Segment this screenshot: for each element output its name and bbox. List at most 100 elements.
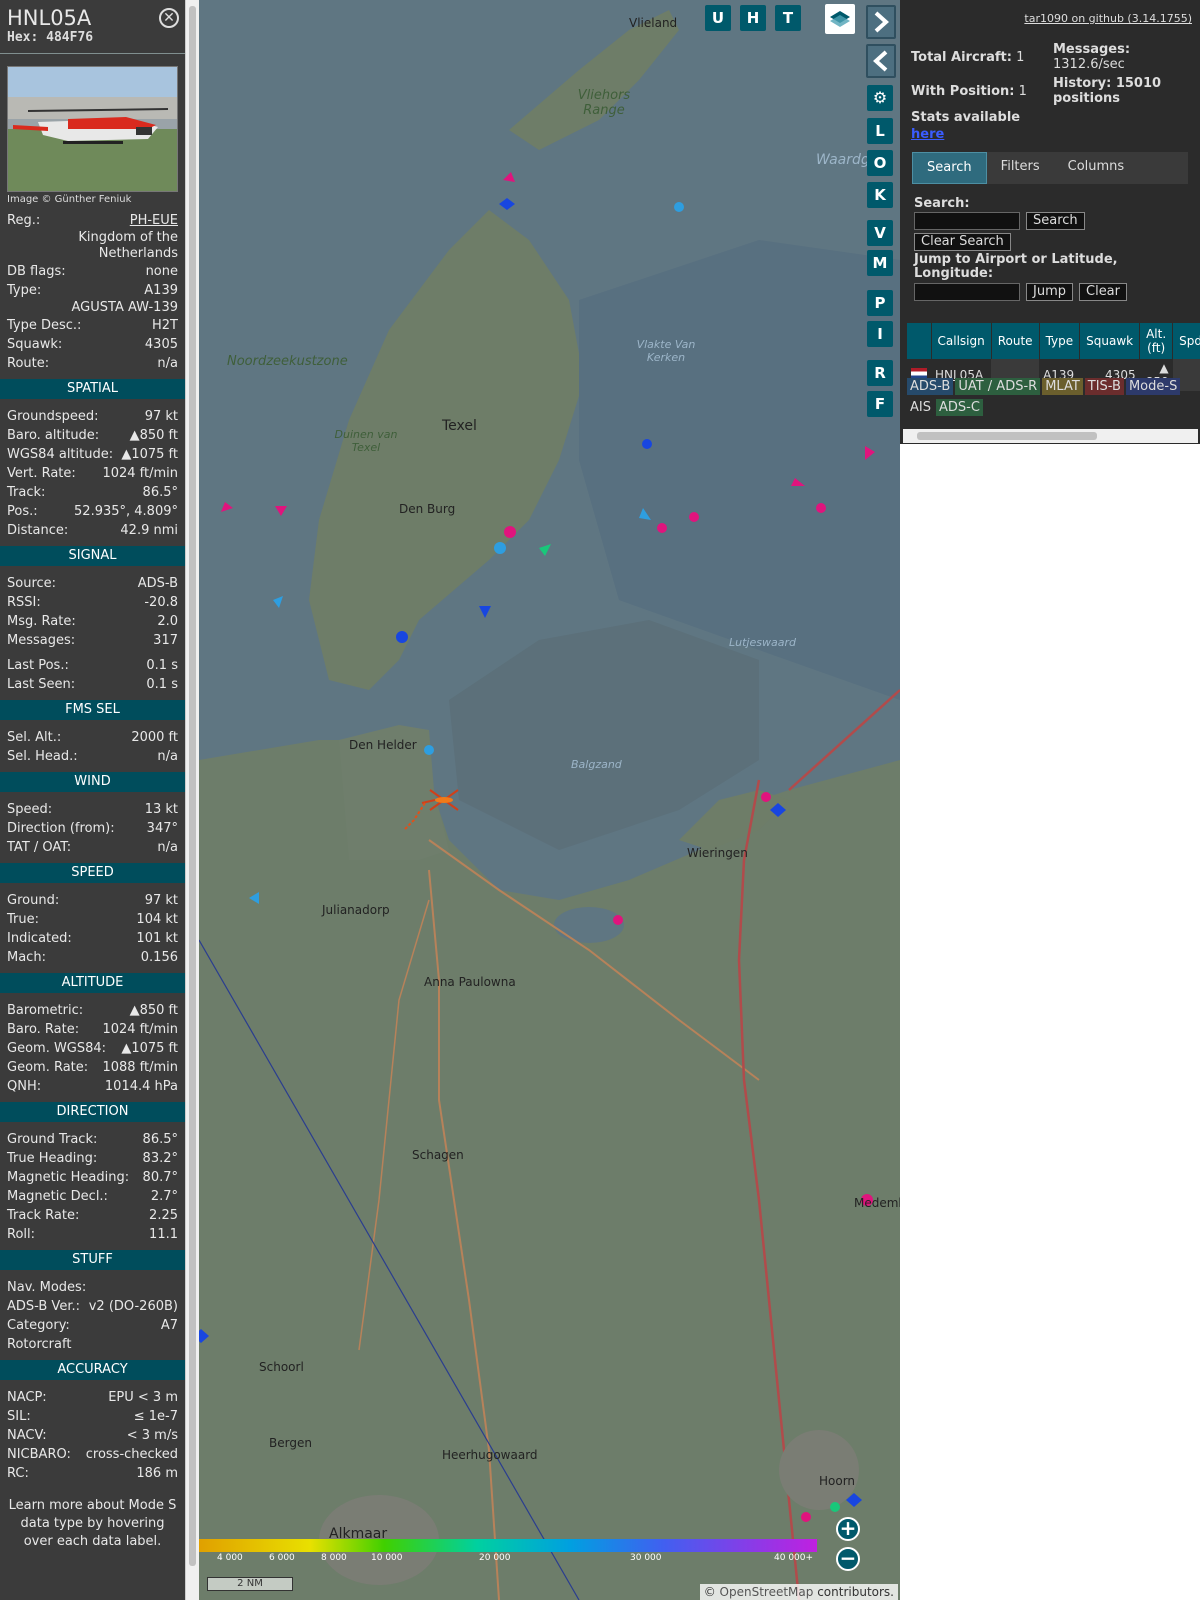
info-label[interactable]: Ground:: [7, 891, 59, 910]
info-label[interactable]: NICBARO:: [7, 1445, 71, 1464]
info-row-last-seen: Last Seen: 0.1 s: [0, 675, 185, 694]
clear-search-button[interactable]: Clear Search: [914, 233, 1011, 251]
tab-search[interactable]: Search: [912, 152, 987, 184]
info-label[interactable]: Groundspeed:: [7, 407, 98, 426]
info-value: A139: [144, 283, 178, 298]
info-label[interactable]: Rotorcraft: [7, 1335, 71, 1354]
toggle-k-button[interactable]: K: [867, 182, 893, 208]
info-label[interactable]: Track:: [7, 483, 45, 502]
github-link[interactable]: tar1090 on github (3.14.1755): [1024, 12, 1192, 25]
toggle-l-button[interactable]: L: [867, 118, 893, 144]
info-label[interactable]: Roll:: [7, 1225, 35, 1244]
info-label[interactable]: Indicated:: [7, 929, 72, 948]
toggle-f-button[interactable]: F: [867, 391, 893, 417]
column-header-row[interactable]: [907, 323, 932, 359]
info-label[interactable]: Geom. Rate:: [7, 1058, 88, 1077]
info-panel-scrollbar[interactable]: [185, 0, 199, 1600]
info-label[interactable]: ADS-B Ver.:: [7, 1297, 80, 1316]
info-label[interactable]: RSSI:: [7, 593, 41, 612]
tab-columns[interactable]: Columns: [1054, 152, 1139, 184]
info-label[interactable]: True:: [7, 910, 39, 929]
zoom-in-button[interactable]: +: [836, 1517, 860, 1541]
search-input[interactable]: [914, 212, 1020, 230]
info-label[interactable]: Mach:: [7, 948, 46, 967]
toggle-o-button[interactable]: O: [867, 150, 893, 176]
info-label[interactable]: WGS84 altitude:: [7, 445, 113, 464]
info-label[interactable]: Track Rate:: [7, 1206, 79, 1225]
column-header-squawk[interactable]: Squawk: [1079, 323, 1141, 359]
info-value: ADS-B: [137, 576, 178, 591]
toggle-u-button[interactable]: U: [705, 5, 731, 31]
search-button[interactable]: Search: [1026, 212, 1085, 230]
panel-tabs: Search Filters Columns: [912, 152, 1188, 184]
info-label[interactable]: Distance:: [7, 521, 68, 540]
info-label[interactable]: Source:: [7, 574, 56, 593]
column-header-type[interactable]: Type: [1039, 323, 1081, 359]
info-label[interactable]: NACP:: [7, 1388, 47, 1407]
tab-filters[interactable]: Filters: [987, 152, 1054, 184]
info-label[interactable]: TAT / OAT:: [7, 838, 71, 857]
column-header-alt-ft[interactable]: Alt. (ft): [1139, 323, 1174, 359]
info-label[interactable]: Sel. Head.:: [7, 747, 78, 766]
info-label[interactable]: Barometric:: [7, 1001, 83, 1020]
info-label[interactable]: Last Pos.:: [7, 656, 69, 675]
table-horizontal-scrollbar[interactable]: [903, 429, 1198, 443]
info-value: 0.1 s: [146, 658, 178, 673]
expand-sidebar-button[interactable]: [866, 5, 896, 39]
photo-credit: Image © Günther Feniuk: [7, 194, 132, 205]
info-label: Type:: [7, 283, 42, 298]
with-position-count: 1: [1018, 84, 1027, 99]
openstreetmap-link[interactable]: OpenStreetMap: [720, 1585, 814, 1599]
info-label[interactable]: Msg. Rate:: [7, 612, 76, 631]
toggle-r-button[interactable]: R: [867, 360, 893, 386]
info-label[interactable]: Speed:: [7, 800, 52, 819]
column-header-route[interactable]: Route: [991, 323, 1040, 359]
info-label[interactable]: Nav. Modes:: [7, 1278, 86, 1297]
toggle-p-button[interactable]: P: [867, 290, 893, 316]
info-label[interactable]: Direction (from):: [7, 819, 115, 838]
info-value: Kingdom of the Netherlands: [78, 230, 178, 261]
info-label[interactable]: Sel. Alt.:: [7, 728, 61, 747]
info-label[interactable]: QNH:: [7, 1077, 41, 1096]
info-label[interactable]: Magnetic Decl.:: [7, 1187, 108, 1206]
info-footer-note: Learn more about Mode S data type by hov…: [8, 1498, 177, 1549]
aircraft-photo[interactable]: [7, 66, 178, 192]
toggle-v-button[interactable]: V: [867, 220, 893, 246]
info-row-messages: Messages: 317: [0, 631, 185, 650]
info-label[interactable]: Baro. Rate:: [7, 1020, 79, 1039]
collapse-sidebar-button[interactable]: [866, 44, 896, 78]
layers-button[interactable]: [825, 4, 855, 34]
info-value: 101 kt: [136, 931, 178, 946]
info-label[interactable]: Geom. WGS84:: [7, 1039, 106, 1058]
jump-input[interactable]: [914, 283, 1020, 301]
info-label[interactable]: Category:: [7, 1316, 70, 1335]
map-view[interactable]: Vlieland Vliehors Range Noordzeekustzone Te…: [199, 0, 900, 1600]
info-label[interactable]: True Heading:: [7, 1149, 97, 1168]
toggle-m-button[interactable]: M: [867, 250, 893, 276]
toggle-h-button[interactable]: H: [740, 5, 766, 31]
info-label[interactable]: NACV:: [7, 1426, 47, 1445]
info-label[interactable]: Last Seen:: [7, 675, 75, 694]
jump-button[interactable]: Jump: [1026, 283, 1073, 301]
stats-link[interactable]: here: [911, 127, 944, 142]
info-row-roll: Roll: 11.1: [0, 1225, 185, 1244]
toggle-t-button[interactable]: T: [775, 5, 801, 31]
info-label[interactable]: Baro. altitude:: [7, 426, 99, 445]
info-label[interactable]: Vert. Rate:: [7, 464, 76, 483]
column-header-callsign[interactable]: Callsign: [931, 323, 992, 359]
settings-button[interactable]: ⚙: [867, 85, 893, 111]
info-label[interactable]: Magnetic Heading:: [7, 1168, 129, 1187]
zoom-out-button[interactable]: −: [836, 1547, 860, 1571]
info-label[interactable]: Ground Track:: [7, 1130, 97, 1149]
info-label[interactable]: Messages:: [7, 631, 75, 650]
map-label-balgzand: Balgzand: [571, 758, 622, 771]
close-icon[interactable]: ✕: [159, 8, 179, 28]
info-label[interactable]: Pos.:: [7, 502, 38, 521]
clear-jump-button[interactable]: Clear: [1079, 283, 1127, 301]
column-header-spd[interactable]: Spd: [1172, 323, 1200, 359]
info-row-sel-head: Sel. Head.: n/a: [0, 747, 185, 766]
info-label[interactable]: RC:: [7, 1464, 29, 1483]
toggle-i-button[interactable]: I: [867, 321, 893, 347]
info-value[interactable]: PH-EUE: [130, 211, 178, 230]
info-label[interactable]: SIL:: [7, 1407, 31, 1426]
